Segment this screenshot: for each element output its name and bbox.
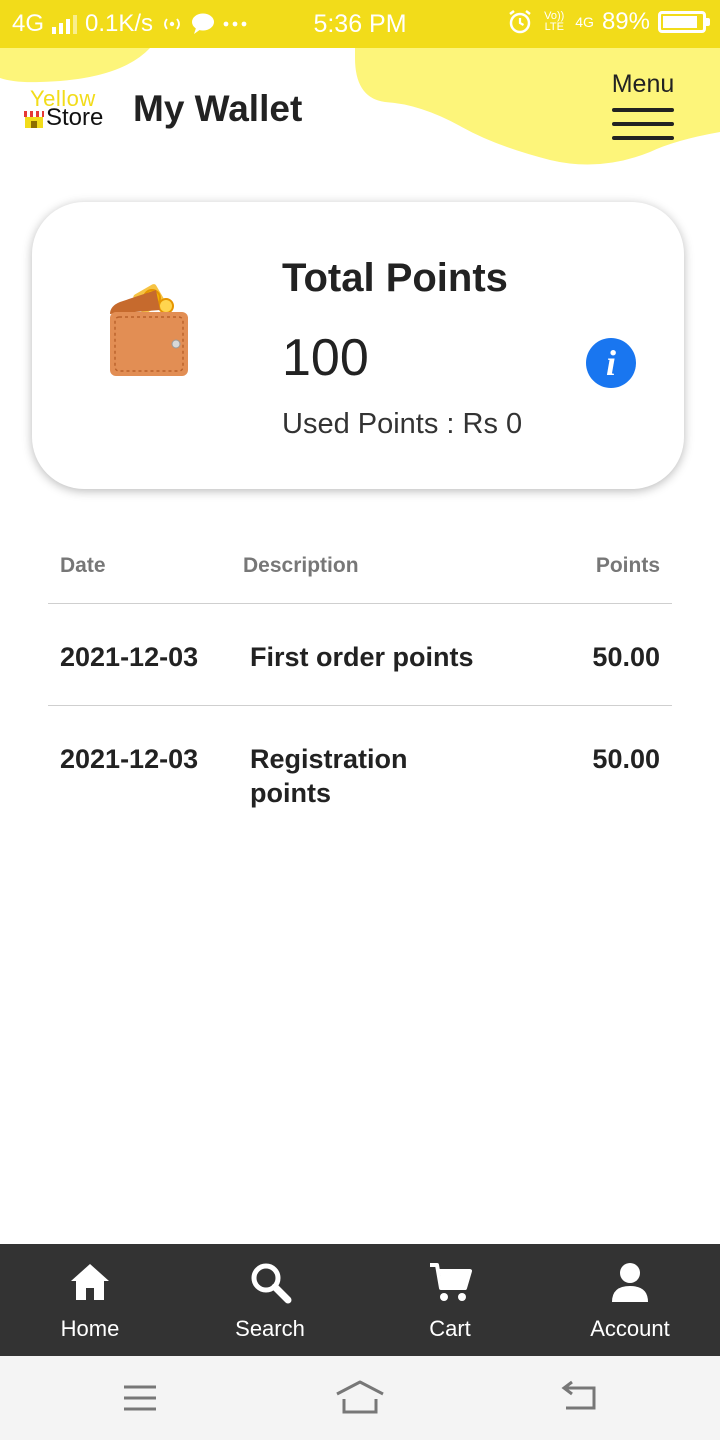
alarm-icon	[509, 10, 532, 34]
account-icon	[612, 1263, 648, 1302]
row-points: 50.00	[592, 642, 660, 672]
menu-button[interactable]: Menu	[606, 70, 680, 144]
battery-fill	[663, 16, 697, 28]
back-icon[interactable]	[550, 1376, 610, 1420]
system-nav-bar	[0, 1356, 720, 1440]
status-bar: 4G 0.1K/s 5:36 PM Vo)) LTE 4G 89%	[0, 0, 720, 48]
row-date: 2021-12-03	[60, 744, 199, 774]
menu-label: Menu	[611, 70, 675, 98]
search-icon	[251, 1263, 292, 1304]
info-icon[interactable]: i	[586, 338, 636, 388]
total-points-value: 100	[282, 329, 369, 387]
menu-line	[612, 108, 674, 112]
shop-icon	[24, 111, 44, 128]
nav-search[interactable]: Search	[180, 1244, 360, 1356]
used-points-text: Used Points : Rs 0	[282, 408, 523, 440]
column-header-points: Points	[595, 554, 660, 577]
nav-account-label: Account	[590, 1316, 670, 1341]
battery-percent: 89%	[601, 8, 650, 35]
battery-icon	[658, 11, 710, 33]
menu-line	[612, 122, 674, 126]
wallet-icon	[110, 284, 188, 376]
app-logo[interactable]: Yellow Store	[22, 88, 112, 130]
table-divider	[48, 603, 672, 604]
home-icon	[71, 1264, 109, 1300]
total-points-title: Total Points	[282, 256, 508, 300]
status-right: Vo)) LTE 4G 89%	[507, 8, 710, 36]
column-header-description: Description	[243, 554, 359, 577]
logo-store-text: Store	[46, 104, 104, 131]
row-date: 2021-12-03	[60, 642, 199, 672]
nav-home-label: Home	[60, 1316, 120, 1341]
nav-cart-label: Cart	[429, 1316, 471, 1341]
page-title: My Wallet	[133, 88, 303, 129]
menu-line	[612, 136, 674, 140]
row-description-line1: Registration	[250, 744, 408, 774]
nav-search-label: Search	[235, 1316, 305, 1341]
nav-home[interactable]: Home	[0, 1244, 180, 1356]
points-card: Total Points 100 Used Points : Rs 0 i	[32, 202, 684, 489]
network-type-right: 4G	[575, 14, 594, 30]
row-points: 50.00	[592, 744, 660, 774]
cart-icon	[430, 1263, 472, 1301]
row-description-line2: points	[250, 778, 331, 808]
volte-badge: Vo)) LTE	[544, 10, 565, 33]
bottom-nav: Home Search Cart Account	[0, 1244, 720, 1356]
table-divider	[48, 705, 672, 706]
column-header-date: Date	[60, 554, 106, 577]
header-blob-left	[0, 48, 150, 83]
nav-cart[interactable]: Cart	[360, 1244, 540, 1356]
row-description: First order points	[250, 642, 474, 672]
home-nav-icon[interactable]	[330, 1376, 390, 1420]
nav-account[interactable]: Account	[540, 1244, 720, 1356]
recent-apps-icon[interactable]	[110, 1376, 170, 1420]
